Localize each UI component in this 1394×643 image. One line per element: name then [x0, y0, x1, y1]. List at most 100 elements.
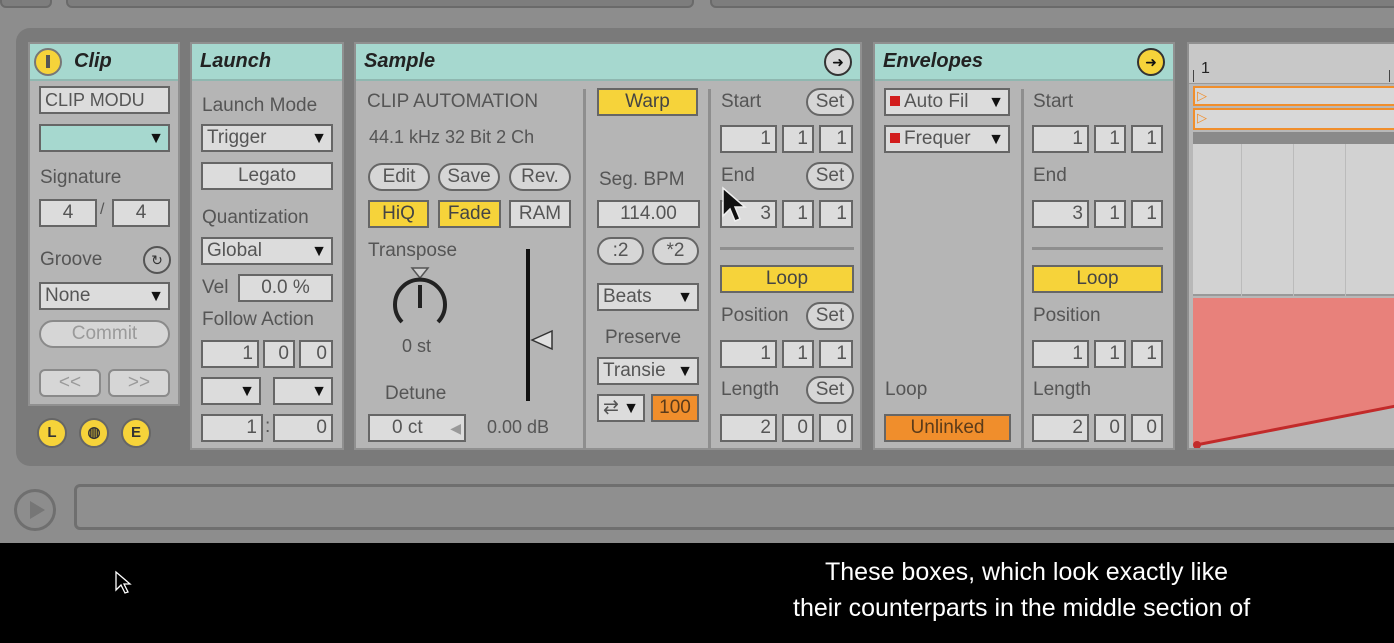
loop-brace-start[interactable]: ▷ — [1193, 86, 1394, 106]
launch-mode-dropdown[interactable]: Trigger ▼ — [201, 124, 333, 152]
follow-time-bars[interactable]: 1 — [201, 340, 259, 368]
envelope-device-dropdown[interactable]: Auto Fil ▼ — [884, 88, 1010, 116]
start-sixteenths[interactable]: 1 — [819, 125, 853, 153]
position-beats[interactable]: 1 — [782, 340, 814, 368]
nav-next-button[interactable]: >> — [108, 369, 170, 397]
follow-chance-a[interactable]: 1 — [201, 414, 263, 442]
follow-time-beats[interactable]: 0 — [263, 340, 295, 368]
save-button[interactable]: Save — [438, 163, 500, 191]
subtitle-line-2: their counterparts in the middle section… — [793, 594, 1251, 622]
follow-action-b-dropdown[interactable]: ▼ — [273, 377, 333, 405]
env-length-bars[interactable]: 2 — [1032, 414, 1089, 442]
launch-panel-title: Launch — [200, 50, 272, 72]
env-position-bars[interactable]: 1 — [1032, 340, 1089, 368]
detune-field[interactable]: 0 ct ◀ — [368, 414, 466, 442]
warp-mode-dropdown[interactable]: Beats ▼ — [597, 283, 699, 311]
legato-button[interactable]: Legato — [201, 162, 333, 190]
loop-button[interactable]: Loop — [720, 265, 854, 293]
start-bars[interactable]: 1 — [720, 125, 777, 153]
position-bars[interactable]: 1 — [720, 340, 777, 368]
clip-color-dropdown[interactable]: ▼ — [39, 124, 170, 152]
velocity-field[interactable]: 0.0 % — [238, 274, 333, 302]
hiq-button[interactable]: HiQ — [368, 200, 429, 228]
length-sixteenths[interactable]: 0 — [819, 414, 853, 442]
env-loop-button[interactable]: Loop — [1032, 265, 1163, 293]
double-tempo-button[interactable]: *2 — [652, 237, 699, 265]
transpose-knob[interactable] — [388, 262, 452, 338]
launch-panel-header: Launch — [192, 44, 342, 81]
warp-button[interactable]: Warp — [597, 88, 698, 116]
gain-slider-track[interactable] — [526, 249, 530, 401]
loop-mode-dropdown[interactable]: ⇄ ▼ — [597, 394, 645, 422]
clip-activator-icon[interactable] — [34, 48, 62, 76]
sample-panel-title: Sample — [364, 50, 436, 72]
env-start-beats[interactable]: 1 — [1094, 125, 1126, 153]
quantization-dropdown[interactable]: Global ▼ — [201, 237, 333, 265]
preserve-dropdown[interactable]: Transie ▼ — [597, 357, 699, 385]
fade-button[interactable]: Fade — [438, 200, 501, 228]
end-beats[interactable]: 1 — [782, 200, 814, 228]
env-end-beats[interactable]: 1 — [1094, 200, 1126, 228]
env-end-bars[interactable]: 3 — [1032, 200, 1089, 228]
clip-name-field[interactable]: CLIP MODU — [39, 86, 170, 114]
signature-numerator[interactable]: 4 — [39, 199, 97, 227]
half-tempo-button[interactable]: :2 — [597, 237, 644, 265]
launch-mode-value: Trigger — [207, 127, 267, 148]
clip-automation-label: CLIP AUTOMATION — [367, 91, 539, 112]
envelope-arrow-icon[interactable]: ➜ — [1137, 48, 1165, 76]
mouse-cursor-icon — [722, 186, 747, 222]
groove-dropdown[interactable]: None ▼ — [39, 282, 170, 310]
env-start-sixteenths[interactable]: 1 — [1131, 125, 1163, 153]
gain-slider-handle[interactable] — [530, 329, 554, 351]
chevron-down-icon: ▼ — [311, 130, 327, 147]
edit-button[interactable]: Edit — [368, 163, 430, 191]
subtitle-line-1: These boxes, which look exactly like — [825, 558, 1228, 586]
env-start-bars[interactable]: 1 — [1032, 125, 1089, 153]
follow-time-sixteenths[interactable]: 0 — [299, 340, 333, 368]
length-bars[interactable]: 2 — [720, 414, 777, 442]
editor-scrollbar[interactable] — [1193, 132, 1394, 144]
chevron-down-icon: ▼ — [677, 289, 693, 306]
envelope-curve[interactable] — [1193, 298, 1394, 450]
loop-brace-end[interactable]: ▷ — [1193, 108, 1394, 130]
seg-bpm-field[interactable]: 114.00 — [597, 200, 700, 228]
position-sixteenths[interactable]: 1 — [819, 340, 853, 368]
length-beats[interactable]: 0 — [782, 414, 814, 442]
envelope-lane[interactable] — [1193, 298, 1394, 450]
envelope-loop-label: Loop — [885, 379, 928, 400]
env-length-sixteenths[interactable]: 0 — [1131, 414, 1163, 442]
env-end-sixteenths[interactable]: 1 — [1131, 200, 1163, 228]
env-length-beats[interactable]: 0 — [1094, 414, 1126, 442]
env-position-beats[interactable]: 1 — [1094, 340, 1126, 368]
envelope-breakpoint[interactable] — [1193, 441, 1201, 449]
envelope-parameter-dropdown[interactable]: Frequer ▼ — [884, 125, 1010, 153]
sample-hot-swap-icon[interactable]: ➜ — [824, 48, 852, 76]
editor-ruler: 1 — [1189, 44, 1394, 84]
quantization-label: Quantization — [202, 207, 309, 228]
ram-button[interactable]: RAM — [509, 200, 571, 228]
nav-prev-button[interactable]: << — [39, 369, 101, 397]
envelope-editor[interactable]: 1 ▷ ▷ — [1187, 42, 1394, 450]
commit-button[interactable]: Commit — [39, 320, 170, 348]
start-set-button[interactable]: Set — [806, 88, 854, 116]
position-set-button[interactable]: Set — [806, 302, 854, 330]
play-icon[interactable] — [14, 489, 56, 531]
length-set-button[interactable]: Set — [806, 376, 854, 404]
groove-pool-icon[interactable]: ↻ — [143, 246, 171, 274]
follow-chance-b[interactable]: 0 — [273, 414, 333, 442]
end-set-button[interactable]: Set — [806, 162, 854, 190]
envelope-amount-field[interactable]: 100 — [651, 394, 699, 422]
groove-label: Groove — [40, 249, 103, 270]
reverse-button[interactable]: Rev. — [509, 163, 571, 191]
end-sixteenths[interactable]: 1 — [819, 200, 853, 228]
env-loop-divider — [1032, 247, 1163, 250]
signature-denominator[interactable]: 4 — [112, 199, 170, 227]
launch-toggle-button[interactable]: L — [37, 418, 67, 448]
env-position-sixteenths[interactable]: 1 — [1131, 340, 1163, 368]
start-beats[interactable]: 1 — [782, 125, 814, 153]
envelope-toggle-button[interactable]: E — [121, 418, 151, 448]
unlinked-button[interactable]: Unlinked — [884, 414, 1011, 442]
follow-action-a-dropdown[interactable]: ▼ — [201, 377, 261, 405]
sample-toggle-icon[interactable]: ◍ — [79, 418, 109, 448]
envelopes-panel-header: Envelopes ➜ — [875, 44, 1173, 81]
